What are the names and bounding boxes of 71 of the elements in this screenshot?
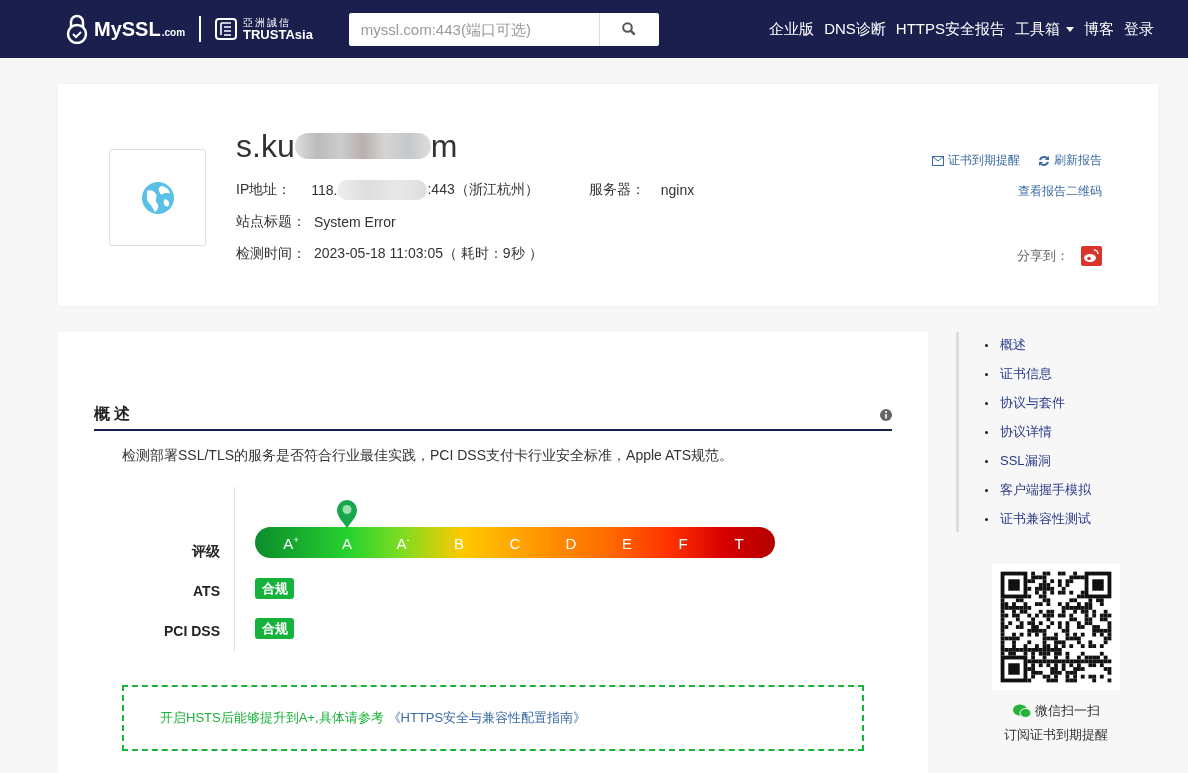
grade-label: A$^{+}$ — [283, 535, 299, 552]
logo-text: MySSL.com — [94, 17, 186, 41]
grade-label: E — [622, 535, 632, 552]
toc-link[interactable]: 客户端握手模拟 — [1000, 481, 1091, 499]
grade-label: T — [734, 535, 744, 552]
field-label: IP地址： — [236, 181, 292, 199]
tip-text: 开启HSTS后能够提升到A+,具体请参考 — [160, 709, 384, 727]
nav-link[interactable]: 登录 — [1124, 19, 1154, 39]
compliance-badge: 合规 — [255, 618, 294, 639]
search-button[interactable] — [598, 12, 659, 46]
bullet-icon — [985, 372, 988, 376]
toc-link[interactable]: SSL漏洞 — [1000, 452, 1051, 470]
row-label: PCI DSS — [164, 622, 220, 641]
nav-link[interactable]: HTTPS安全报告 — [895, 19, 1005, 39]
partner-name: 亞洲誠信 — [243, 17, 293, 28]
field-label: 检测时间： — [236, 245, 306, 263]
toc-link[interactable]: 协议详情 — [1000, 423, 1052, 441]
ip-location: :443（浙江杭州） — [427, 181, 539, 199]
bullet-icon — [985, 488, 988, 492]
field-label: 站点标题： — [236, 213, 306, 231]
field-label: 服务器： — [588, 181, 645, 199]
grade-label: D — [565, 535, 577, 552]
search-field[interactable]: myssl.com:443(端口可选) — [348, 12, 659, 46]
wechat-icon — [1012, 704, 1031, 718]
action-link[interactable]: 证书到期提醒 — [932, 152, 1020, 169]
trustasia-logo-icon — [215, 18, 238, 40]
toc-link[interactable]: 证书信息 — [1000, 365, 1052, 383]
domain-title: m — [430, 127, 458, 165]
row-label: 评级 — [192, 542, 220, 561]
weibo-icon[interactable] — [1081, 246, 1102, 266]
bullet-icon — [985, 343, 988, 347]
ip-address: 118. — [311, 182, 338, 198]
bullet-icon — [985, 430, 988, 434]
toc-link[interactable]: 协议与套件 — [1000, 394, 1065, 412]
nav-link[interactable]: 博客 — [1084, 19, 1114, 39]
location-pin-icon — [335, 499, 359, 529]
share-label: 分享到： — [1017, 247, 1069, 265]
nav-link[interactable]: 企业版 — [769, 19, 815, 39]
site-title-value: System Error — [314, 214, 396, 230]
nav-link[interactable]: 工具箱 — [1015, 19, 1074, 39]
grade-label: A — [342, 535, 352, 552]
action-link[interactable]: 刷新报告 — [1038, 152, 1102, 169]
section-title: 概 述 — [94, 404, 131, 424]
search-icon — [622, 22, 637, 36]
qr-caption: 微信扫一扫 — [1034, 702, 1100, 720]
caret-icon — [1066, 26, 1074, 32]
bullet-icon — [985, 517, 988, 521]
grade-label: A$^{-}$ — [396, 535, 410, 552]
grade-label: F — [678, 535, 688, 552]
bullet-icon — [985, 401, 988, 405]
lock-logo-icon — [66, 14, 88, 44]
grade-label: C — [509, 535, 521, 552]
row-label: ATS — [193, 582, 220, 601]
domain-title: s.ku — [236, 127, 295, 165]
server-value: nginx — [660, 182, 695, 198]
info-icon[interactable] — [880, 408, 892, 421]
qr-subtitle: 订阅证书到期提醒 — [1004, 726, 1108, 744]
toc-link[interactable]: 概述 — [1000, 336, 1026, 354]
qr-code-link[interactable]: 查看报告二维码 — [1018, 183, 1102, 200]
globe-icon — [140, 180, 175, 215]
refresh-icon — [1038, 154, 1050, 167]
mail-icon — [932, 155, 944, 166]
guide-link[interactable]: 《HTTPS安全与兼容性配置指南》 — [387, 709, 587, 727]
nav-link[interactable]: DNS诊断 — [824, 19, 886, 39]
grade-label: B — [454, 535, 464, 552]
toc-link[interactable]: 证书兼容性测试 — [1000, 510, 1091, 528]
partner-logo-text: TRUSTAsia — [243, 27, 313, 41]
bullet-icon — [985, 459, 988, 463]
section-description: 检测部署SSL/TLS的服务是否符合行业最佳实践，PCI DSS支付卡行业安全标准，Apple ATS规范。 — [122, 447, 735, 465]
compliance-badge: 合规 — [255, 578, 294, 599]
scan-time-value: 2023-05-18 11:03:05（ 耗时：9秒 ） — [314, 245, 543, 263]
